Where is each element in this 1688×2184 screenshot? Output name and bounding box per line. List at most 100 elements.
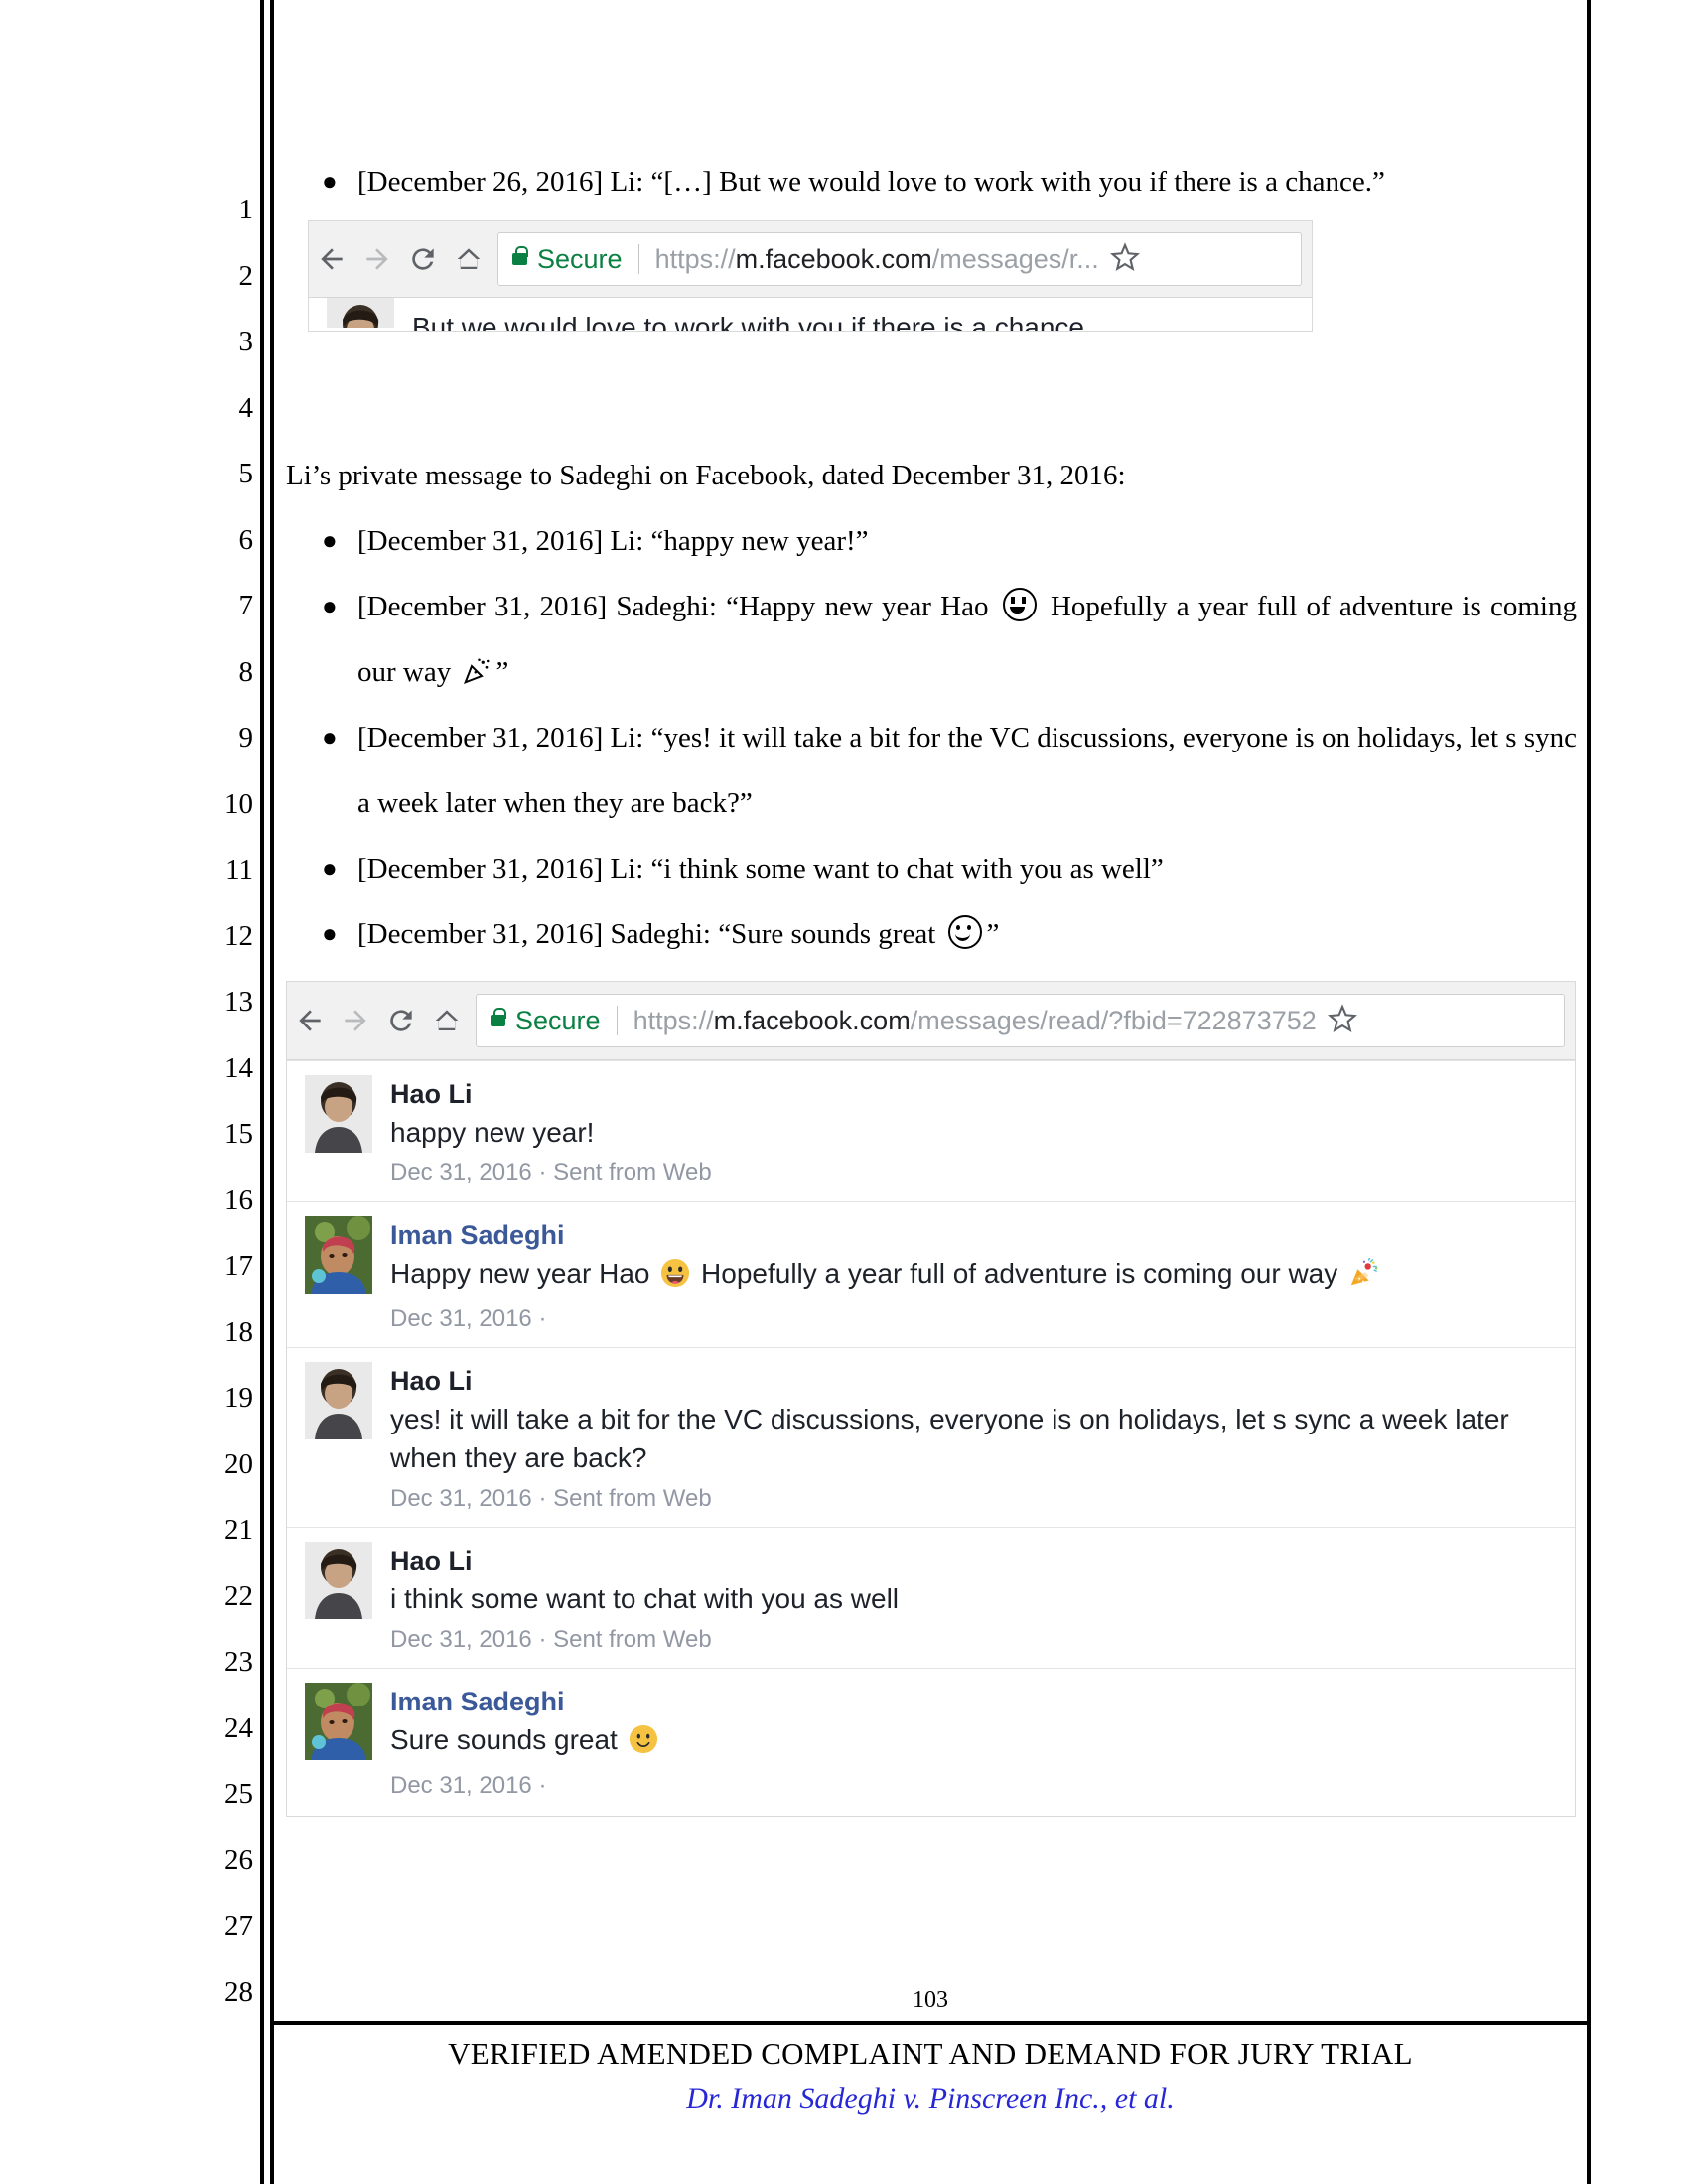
address-bar[interactable]: Secure https://m.facebook.com/messages/r…	[476, 994, 1565, 1047]
forward-arrow-icon[interactable]	[354, 243, 400, 275]
page-footer: 103 VERIFIED AMENDED COMPLAINT AND DEMAN…	[274, 1985, 1587, 2120]
pleading-page: 1 2 3 4 5 6 7 8 9 10 11 12 13 14 15 16 1…	[0, 0, 1688, 2184]
chat-message-meta: Dec 31, 2016 · Sent from Web	[390, 1485, 712, 1512]
address-bar[interactable]: Secure https://m.facebook.com/messages/r…	[497, 232, 1302, 286]
list-item: ● [December 31, 2016] Li: “happy new yea…	[286, 508, 1577, 574]
line-number: 8	[238, 655, 254, 688]
secure-label: Secure	[515, 1005, 601, 1035]
home-icon[interactable]	[424, 1005, 470, 1036]
bookmark-star-icon[interactable]	[1109, 241, 1141, 278]
bullet-dot-icon: ●	[322, 592, 338, 620]
bullet-dot-icon: ●	[322, 526, 338, 555]
address-bar-url: https://m.facebook.com/messages/r...	[655, 244, 1099, 275]
secure-label: Secure	[537, 243, 623, 274]
chat-message-text: i think some want to chat with you as we…	[390, 1583, 900, 1614]
chat-message-row[interactable]: Iman Sadeghi Happy new year Hao Hopefull…	[287, 1201, 1575, 1347]
browser-omnibar: Secure https://m.facebook.com/messages/r…	[309, 221, 1312, 298]
line-number: 12	[224, 919, 253, 952]
chat-message-text: Happy new year Hao Hopefully a year full…	[390, 1254, 1555, 1297]
chat-message-text: But we would love to work with you if th…	[412, 312, 1092, 332]
avatar	[327, 298, 394, 328]
reload-icon[interactable]	[400, 243, 446, 275]
address-bar-url: https://m.facebook.com/messages/read/?fb…	[633, 1006, 1317, 1036]
intro-paragraph: Li’s private message to Sadeghi on Faceb…	[286, 460, 1126, 491]
line-number: 23	[224, 1646, 253, 1678]
browser-nav-buttons	[309, 243, 492, 275]
slightly-smiling-face-emoji	[629, 1724, 658, 1764]
line-number-column: 1 2 3 4 5 6 7 8 9 10 11 12 13 14 15 16 1…	[199, 177, 253, 2025]
chat-message-text: yes! it will take a bit for the VC discu…	[390, 1404, 1509, 1473]
bullet-text: [December 31, 2016] Li: “yes! it will ta…	[357, 722, 1577, 819]
chat-message-row[interactable]: Iman Sadeghi Sure sounds great Dec 31, 2…	[287, 1668, 1575, 1814]
avatar	[305, 1216, 372, 1294]
line-number: 18	[224, 1315, 253, 1348]
chat-sender-name[interactable]: Hao Li	[390, 1075, 1555, 1113]
browser-omnibar: Secure https://m.facebook.com/messages/r…	[287, 982, 1575, 1060]
chat-message-row[interactable]: Hao Li yes! it will take a bit for the V…	[287, 1347, 1575, 1527]
bullet-text-part: [December 31, 2016] Sadeghi: “Happy new …	[357, 591, 998, 622]
footer-case-caption: Dr. Iman Sadeghi v. Pinscreen Inc., et a…	[686, 2082, 1175, 2115]
list-item: ● [December 31, 2016] Sadeghi: “Sure sou…	[286, 901, 1577, 967]
chat-sender-name[interactable]: Hao Li	[390, 1362, 1555, 1400]
bullet-text-part: [December 31, 2016] Sadeghi: “Sure sound…	[357, 918, 943, 950]
right-margin-rule	[1587, 0, 1591, 2184]
bullet-text: [December 31, 2016] Li: “i think some wa…	[357, 853, 1164, 885]
list-item: ● [December 31, 2016] Sadeghi: “Happy ne…	[286, 574, 1577, 705]
list-item: ● [December 26, 2016] Li: “[…] But we wo…	[286, 149, 1577, 214]
list-item: ● [December 31, 2016] Li: “yes! it will …	[286, 705, 1577, 836]
reload-icon[interactable]	[378, 1005, 424, 1036]
line-number: 4	[238, 391, 254, 424]
back-arrow-icon[interactable]	[309, 243, 354, 275]
url-host: m.facebook.com	[713, 1005, 911, 1035]
grinning-face-emoji	[660, 1258, 690, 1297]
line-number: 14	[224, 1051, 253, 1084]
lock-icon	[491, 1008, 506, 1026]
chat-sender-name[interactable]: Hao Li	[390, 1542, 1555, 1579]
back-arrow-icon[interactable]	[287, 1005, 333, 1036]
bullet-dot-icon: ●	[322, 723, 338, 751]
bullet-text-part: ”	[986, 918, 1000, 950]
line-number: 1	[238, 194, 254, 225]
chat-message-body: Hao Li happy new year! Dec 31, 2016 · Se…	[390, 1075, 1575, 1191]
chat-message-meta: Dec 31, 2016 ·	[390, 1305, 547, 1332]
chat-sender-name[interactable]: Iman Sadeghi	[390, 1216, 1555, 1254]
line-number: 24	[224, 1711, 253, 1744]
facebook-screenshot-two: Secure https://m.facebook.com/messages/r…	[286, 981, 1576, 1817]
url-scheme: https://	[654, 243, 736, 274]
bookmark-star-icon[interactable]	[1327, 1003, 1358, 1039]
chat-message-body: Hao Li yes! it will take a bit for the V…	[390, 1362, 1575, 1517]
url-path: /messages/read/?fbid=722873752	[910, 1005, 1317, 1035]
address-bar-divider	[616, 1006, 618, 1035]
line-number: 21	[224, 1514, 253, 1546]
chat-message-meta: Dec 31, 2016 · Sent from Web	[390, 1160, 712, 1186]
home-icon[interactable]	[446, 243, 492, 275]
chat-text-part: Sure sounds great	[390, 1724, 626, 1755]
avatar	[305, 1542, 372, 1619]
line-number: 6	[238, 523, 254, 556]
line-number: 22	[224, 1579, 253, 1612]
chat-message-body: Iman Sadeghi Sure sounds great Dec 31, 2…	[390, 1683, 1575, 1804]
line-number: 27	[224, 1910, 253, 1942]
footer-title: VERIFIED AMENDED COMPLAINT AND DEMAND FO…	[448, 2036, 1413, 2071]
party-popper-emoji	[462, 644, 492, 684]
chat-message-meta: Dec 31, 2016 ·	[390, 1772, 547, 1799]
bullet-text-part: ”	[495, 656, 509, 688]
line-number: 5	[238, 458, 254, 489]
line-number: 25	[224, 1778, 253, 1810]
list-item: ● [December 31, 2016] Li: “i think some …	[286, 836, 1577, 901]
line-number: 3	[238, 326, 254, 357]
url-path: /messages/r...	[931, 243, 1099, 274]
chat-sender-name[interactable]: Iman Sadeghi	[390, 1683, 1555, 1720]
line-number: 20	[224, 1447, 253, 1480]
lock-icon	[512, 246, 528, 265]
page-number: 103	[913, 1987, 948, 2013]
bullet-text: [December 31, 2016] Li: “happy new year!…	[357, 525, 869, 557]
chat-message-row[interactable]: Hao Li i think some want to chat with yo…	[287, 1527, 1575, 1668]
bullet-dot-icon: ●	[322, 854, 338, 883]
avatar	[305, 1075, 372, 1153]
chat-message-row[interactable]: Hao Li happy new year! Dec 31, 2016 · Se…	[287, 1060, 1575, 1201]
chat-message-meta: Dec 31, 2016 · Sent from Web	[390, 1626, 712, 1653]
forward-arrow-icon[interactable]	[333, 1005, 378, 1036]
url-scheme: https://	[633, 1005, 714, 1035]
